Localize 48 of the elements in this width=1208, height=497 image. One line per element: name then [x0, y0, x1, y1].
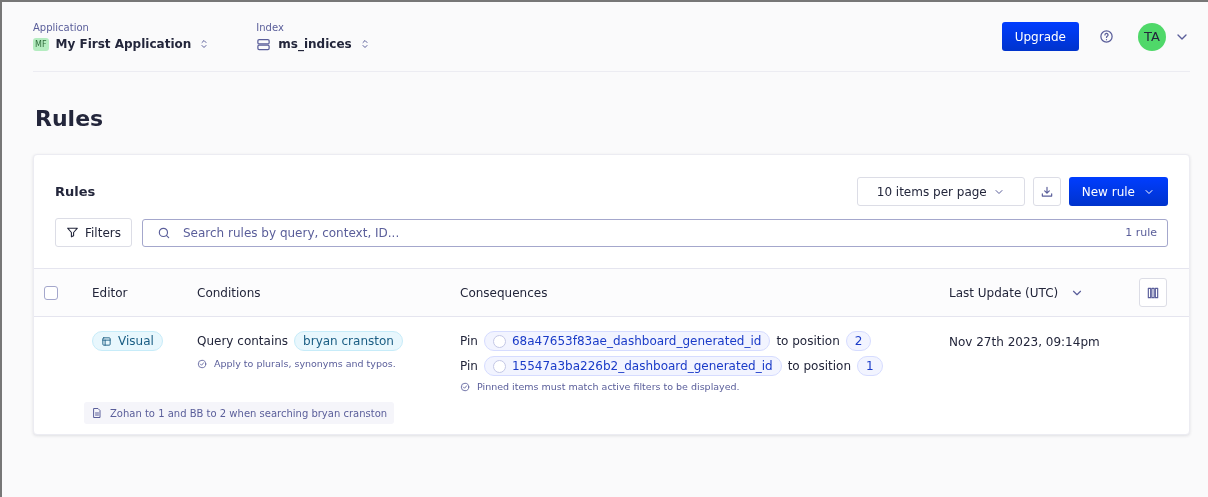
- user-avatar[interactable]: TA: [1138, 22, 1166, 51]
- query-tag: bryan cranston: [294, 331, 403, 351]
- consequence-action: Pin: [460, 359, 478, 373]
- last-update: Nov 27th 2023, 09:14pm: [949, 335, 1100, 349]
- object-id-tag[interactable]: 68a47653f83ae_dashboard_generated_id: [483, 331, 771, 351]
- select-all-checkbox[interactable]: [44, 285, 58, 300]
- column-header: Conditions: [197, 285, 261, 300]
- download-icon: [1039, 184, 1054, 199]
- help-icon[interactable]: [1099, 29, 1114, 44]
- download-button[interactable]: [1032, 177, 1061, 206]
- columns-icon: [1146, 285, 1160, 300]
- filter-icon: [66, 226, 79, 239]
- column-header: Editor: [92, 285, 128, 300]
- items-per-page-select[interactable]: 10 items per page: [856, 177, 1025, 206]
- new-rule-button[interactable]: New rule: [1068, 177, 1168, 206]
- layout-icon: [101, 335, 112, 347]
- column-header: Consequences: [460, 285, 548, 300]
- document-icon: [91, 407, 103, 419]
- app-badge: MF: [33, 37, 49, 51]
- search-field[interactable]: Search rules by query, context, ID... 1 rule: [142, 218, 1168, 247]
- field-label: Application: [33, 22, 90, 33]
- condition-note: Apply to plurals, synonyms and typos.: [214, 358, 396, 369]
- record-icon: [492, 359, 506, 373]
- editor-tag: Visual: [92, 331, 163, 351]
- server-icon: [256, 36, 272, 52]
- position-label: to position: [787, 359, 852, 373]
- application-selector[interactable]: My First Application: [55, 37, 192, 51]
- position-label: to position: [776, 334, 840, 348]
- index-selector[interactable]: ms_indices: [278, 37, 352, 51]
- columns-button[interactable]: [1139, 278, 1167, 307]
- field-label: Index: [256, 21, 285, 33]
- card-title: Rules: [55, 184, 97, 199]
- search-icon: [157, 225, 171, 240]
- consequence-action: Pin: [460, 334, 478, 348]
- upgrade-button[interactable]: Upgrade: [1001, 22, 1079, 51]
- check-circle-icon: [197, 358, 207, 369]
- filters-button[interactable]: Filters: [55, 218, 132, 247]
- column-header[interactable]: Last Update (UTC): [949, 285, 1059, 300]
- consequence-note: Pinned items must match active filters to be displayed.: [477, 381, 740, 392]
- rule-description: Zohan to 1 and BB to 2 when searching bryan cranston: [84, 402, 395, 424]
- check-circle-icon: [460, 381, 470, 392]
- record-icon: [492, 334, 506, 348]
- position-number: 2: [845, 331, 872, 351]
- object-id-tag[interactable]: 15547a3ba226b2_dashboard_generated_id: [483, 356, 782, 376]
- page-title: Rules: [35, 106, 105, 131]
- position-number: 1: [857, 356, 883, 376]
- condition-text: Query contains: [197, 334, 289, 348]
- result-count: 1 rule: [1125, 226, 1157, 239]
